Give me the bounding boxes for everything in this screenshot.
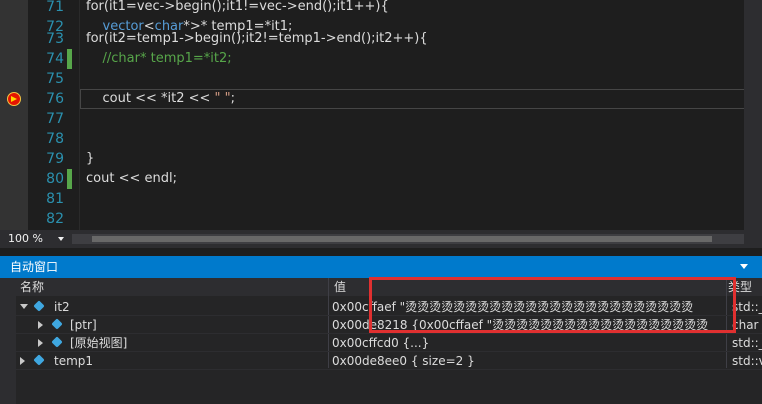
code-line[interactable]: 78	[0, 129, 762, 149]
scrollbar-thumb[interactable]	[92, 236, 712, 242]
change-marker	[67, 169, 72, 189]
zoom-combobox[interactable]: 100 %	[8, 231, 64, 246]
line-number: 71	[46, 0, 64, 15]
autos-row-raw-view[interactable]: [原始视图] 0x00cffcd0 {...} std::_V	[16, 334, 762, 352]
var-name: it2	[54, 300, 70, 314]
editor-vertical-scrollbar[interactable]	[744, 0, 762, 230]
code-token: cout << *it2 <<	[86, 91, 215, 106]
code-line[interactable]: 73 for(it2=temp1->begin();it2!=temp1->end…	[0, 29, 762, 49]
code-text[interactable]: }	[86, 149, 94, 169]
line-number: 76	[46, 91, 64, 107]
code-token: " "	[214, 91, 231, 106]
line-number: 82	[46, 211, 64, 227]
expand-arrow-icon[interactable]	[20, 357, 25, 365]
line-number: 74	[46, 51, 64, 67]
code-line[interactable]: 79}	[0, 149, 762, 169]
variable-icon	[33, 300, 45, 312]
autos-row-temp1[interactable]: temp1 0x00de8ee0 { size=2 } std::ve	[16, 352, 762, 370]
code-line[interactable]: 71 for(it1=vec->begin();it1!=vec->end();i…	[0, 0, 762, 17]
editor-status-strip: 100 %	[0, 230, 762, 248]
collapse-arrow-icon[interactable]	[20, 304, 28, 309]
zoom-value: 100 %	[8, 232, 43, 245]
code-token: for(it1=vec->begin();it1!=vec->end();it1…	[86, 0, 389, 14]
code-token: for(it2=temp1->begin();it2!=temp1->end()…	[86, 31, 428, 46]
code-text[interactable]: cout << endl;	[86, 169, 177, 189]
variable-icon	[33, 354, 45, 366]
code-line[interactable]: 77	[0, 109, 762, 129]
code-token: }	[86, 151, 95, 166]
var-name: [原始视图]	[70, 336, 128, 350]
autos-window-titlebar[interactable]: 自动窗口	[0, 256, 762, 278]
var-name: [ptr]	[70, 318, 97, 332]
window-menu-chevron-icon[interactable]	[740, 264, 748, 269]
change-marker	[67, 49, 72, 69]
chevron-down-icon[interactable]	[58, 237, 64, 241]
column-header-name[interactable]: 名称	[20, 278, 44, 296]
line-number: 80	[46, 171, 64, 187]
var-type: std::ve	[732, 354, 762, 368]
line-number: 77	[46, 111, 64, 127]
line-number: 78	[46, 131, 64, 147]
code-text[interactable]: for(it2=temp1->begin();it2!=temp1->end()…	[86, 29, 428, 49]
var-type: std::_V	[732, 336, 762, 350]
line-number: 73	[46, 31, 64, 47]
var-value[interactable]: 0x00cffcd0 {...}	[332, 334, 724, 352]
variable-icon	[51, 318, 63, 330]
code-text[interactable]: //char* temp1=*it2;	[86, 49, 232, 69]
code-line[interactable]: 82	[0, 209, 762, 229]
line-number: 81	[46, 191, 64, 207]
autos-left-strip	[0, 278, 16, 404]
var-name: temp1	[54, 354, 94, 368]
var-type: std::_V	[732, 300, 762, 314]
line-number: 75	[46, 71, 64, 87]
expand-arrow-icon[interactable]	[38, 339, 43, 347]
autos-window-title: 自动窗口	[10, 260, 59, 274]
code-editor[interactable]: 71 for(it1=vec->begin();it1!=vec->end();i…	[0, 0, 762, 230]
expand-arrow-icon[interactable]	[38, 321, 43, 329]
code-line[interactable]: 75	[0, 69, 762, 89]
breakpoint-current-statement-icon[interactable]	[7, 92, 21, 106]
var-value[interactable]: 0x00de8ee0 { size=2 }	[332, 352, 724, 370]
code-token: cout << endl;	[86, 171, 177, 186]
code-line[interactable]: 80 cout << endl;	[0, 169, 762, 189]
code-token: //char* temp1=*it2;	[86, 51, 232, 66]
line-number: 79	[46, 151, 64, 167]
code-line[interactable]: 81	[0, 189, 762, 209]
code-text[interactable]: for(it1=vec->begin();it1!=vec->end();it1…	[86, 0, 389, 17]
code-text[interactable]: cout << *it2 << " ";	[86, 89, 236, 109]
annotation-highlight-box	[369, 277, 736, 333]
variable-icon	[51, 336, 63, 348]
code-line[interactable]: 74 //char* temp1=*it2;	[0, 49, 762, 69]
editor-horizontal-scrollbar[interactable]	[72, 234, 744, 244]
column-header-value[interactable]: 值	[334, 278, 346, 296]
code-line[interactable]: 76 cout << *it2 << " ";	[0, 89, 762, 109]
var-type: char *	[732, 318, 762, 332]
code-token: ;	[230, 91, 236, 106]
